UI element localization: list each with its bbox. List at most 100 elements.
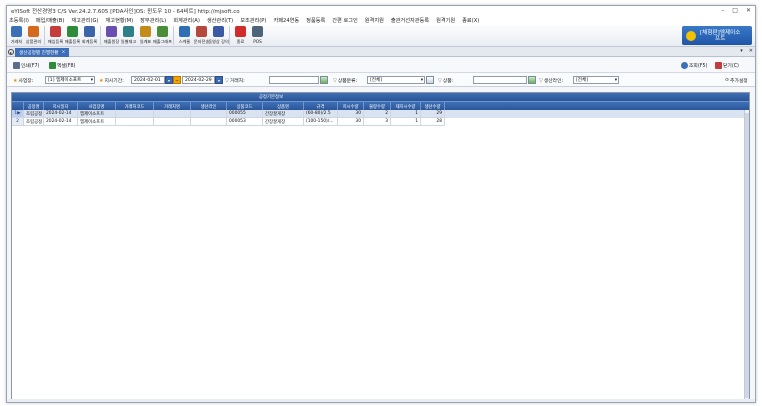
excel-button[interactable]: 엑셀(F8) xyxy=(49,61,75,70)
menu-item[interactable]: 재고관리(G) xyxy=(71,17,98,24)
menu-item[interactable]: 카페24연동 xyxy=(273,17,299,24)
chevron-down-icon: ▾ xyxy=(90,77,93,83)
toolbar-button-label: 스케줄 xyxy=(178,39,191,44)
table-cell[interactable] xyxy=(154,110,191,118)
printer-icon xyxy=(13,62,20,69)
required-star-icon: ★ xyxy=(13,77,18,84)
table-cell[interactable]: 30 xyxy=(338,118,364,126)
date-to-picker-icon[interactable]: ▾ xyxy=(215,76,223,84)
tab-close-all-icon[interactable]: ✕ xyxy=(749,48,753,54)
tab-production-status[interactable]: 생산공정별 진행현황 × xyxy=(15,48,70,57)
product-field[interactable] xyxy=(473,76,527,84)
menu-item[interactable]: 출관거선자관등록 xyxy=(391,17,429,24)
table-cell[interactable] xyxy=(116,118,154,126)
toolbar-button[interactable]: 매출원장 xyxy=(103,25,120,46)
menu-item[interactable]: 장부관리(L) xyxy=(140,17,166,24)
menu-item[interactable]: 초등록(I) xyxy=(9,17,29,24)
menu-item[interactable]: 종료(X) xyxy=(462,17,479,24)
table-cell[interactable]: 3 xyxy=(364,118,391,126)
menu-item[interactable]: 간편 로그인 xyxy=(332,17,358,24)
table-cell[interactable]: 30 xyxy=(338,110,364,118)
toolbar-button[interactable]: 동영상 강의 xyxy=(208,25,229,46)
table-cell[interactable]: (60-80)/2.5 xyxy=(304,110,338,118)
app-window: eYISoft 전산경영3 C/S Ver.24.2.7.605 [PDA사인]… xyxy=(6,5,756,403)
nav-arrow-icon[interactable]: ▸ xyxy=(8,49,14,55)
line-select[interactable]: [전체] ▾ xyxy=(573,76,619,84)
graph-icon xyxy=(157,26,168,37)
filter-funnel-icon: ▽ xyxy=(333,77,337,84)
close-window-button[interactable]: ✕ xyxy=(746,7,751,14)
toolbar-button[interactable]: POS xyxy=(249,25,266,46)
toolbar-button[interactable]: 매출그래프 xyxy=(153,25,172,46)
chevron-down-icon: ▾ xyxy=(420,77,423,83)
category-search-icon[interactable] xyxy=(426,76,434,84)
search-icon xyxy=(681,62,688,69)
table-cell[interactable]: 조립공정 xyxy=(24,110,44,118)
toolbar-button-label: 매출원장 xyxy=(103,39,120,44)
table-cell[interactable]: 간장꿀게장 xyxy=(263,118,304,126)
table-cell[interactable]: 29 xyxy=(421,110,445,118)
chevron-down-icon: ▾ xyxy=(614,77,617,83)
menu-item[interactable]: 회계관리(A) xyxy=(173,17,200,24)
toolbar-button[interactable]: 매입등록 xyxy=(47,25,64,46)
table-cell[interactable]: 000053 xyxy=(227,118,263,126)
table-cell[interactable] xyxy=(191,118,227,126)
table-cell[interactable]: 조립공정 xyxy=(24,118,44,126)
date-to-field[interactable]: 2024-02-29 xyxy=(182,76,215,84)
table-cell[interactable]: 1 xyxy=(391,118,421,126)
brand-badge: [체험판]엠제이소 프트 xyxy=(682,26,752,45)
date-range-toggle-icon[interactable]: ~ xyxy=(173,76,181,84)
category-select[interactable]: [전체] ▾ xyxy=(367,76,425,84)
menu-item[interactable]: 보조관리(P) xyxy=(240,17,266,24)
table-cell[interactable]: 000055 xyxy=(227,110,263,118)
menu-item[interactable]: 원격기원 xyxy=(436,17,455,24)
table-cell[interactable]: 간장꿀게장 xyxy=(263,110,304,118)
product-search-icon[interactable] xyxy=(528,76,536,84)
menu-item[interactable]: 원격지원 xyxy=(365,17,384,24)
table-cell[interactable] xyxy=(191,110,227,118)
table-row[interactable]: 1▶ 조립공정 2024-02-14 엠제이소프트 000055 간장꿀게장 (60-80)… xyxy=(12,110,749,118)
tab-close-icon[interactable]: × xyxy=(62,50,66,55)
minimize-button[interactable]: – xyxy=(721,7,724,14)
table-cell[interactable] xyxy=(116,110,154,118)
toolbar-button[interactable]: 회계등록 xyxy=(81,25,98,46)
search-button[interactable]: 조회(F5) xyxy=(681,61,707,70)
customer-field[interactable] xyxy=(269,76,319,84)
table-cell[interactable]: 1 xyxy=(391,110,421,118)
menu-item[interactable]: 재고현황(M) xyxy=(106,17,134,24)
table-row[interactable]: 2 조립공정 2024-02-14 엠제이소프트 000053 간장꿀게장 (100-150… xyxy=(12,118,749,126)
table-cell[interactable]: 2 xyxy=(364,110,391,118)
menu-item[interactable]: 매입/매출(B) xyxy=(36,17,64,24)
table-cell[interactable]: (100-150)/... xyxy=(304,118,338,126)
menu-item[interactable]: 정품등록 xyxy=(306,17,325,24)
toolbar-button[interactable]: 상품관리 xyxy=(25,25,42,46)
ledger-icon xyxy=(106,26,117,37)
toolbar-button[interactable]: 일계표 xyxy=(137,25,154,46)
close-icon xyxy=(715,62,722,69)
customer-search-icon[interactable] xyxy=(320,76,328,84)
close-button[interactable]: 닫기(C) xyxy=(715,61,739,70)
table-cell[interactable]: 엠제이소프트 xyxy=(78,118,116,126)
menu-item[interactable]: 생산관리(T) xyxy=(207,17,233,24)
window-title: eYISoft 전산경영3 C/S Ver.24.2.7.605 [PDA사인]… xyxy=(11,9,240,15)
toolbar-button[interactable]: 스케줄 xyxy=(176,25,193,46)
toolbar-button-label: 상품관리 xyxy=(25,39,42,44)
tab-menu-chevron-icon[interactable]: ▾ xyxy=(740,48,743,54)
toolbar-button[interactable]: 종료 xyxy=(232,25,249,46)
table-cell[interactable]: 28 xyxy=(421,118,445,126)
toolbar-button[interactable]: 거래처 xyxy=(8,25,25,46)
table-cell[interactable]: 엠제이소프트 xyxy=(78,110,116,118)
extra-settings-button[interactable]: ⊙ 추가설정 xyxy=(725,77,748,84)
toolbar-button[interactable]: 일별재고 xyxy=(120,25,137,46)
workplace-select[interactable]: [1] 엠제이소프트 ▾ xyxy=(45,76,95,84)
date-from-picker-icon[interactable]: ▾ xyxy=(165,76,173,84)
date-from-field[interactable]: 2024-02-01 xyxy=(131,76,165,84)
table-cell[interactable]: 2024-02-14 xyxy=(44,110,78,118)
vertical-scrollbar[interactable] xyxy=(744,110,749,401)
maximize-button[interactable]: □ xyxy=(732,7,738,14)
table-cell[interactable]: 2024-02-14 xyxy=(44,118,78,126)
table-cell[interactable] xyxy=(154,118,191,126)
toolbar-button[interactable]: 매출등록 xyxy=(64,25,81,46)
print-button[interactable]: 인쇄(F7) xyxy=(13,61,39,70)
category-label: ▽ 상품분류: xyxy=(333,77,358,85)
